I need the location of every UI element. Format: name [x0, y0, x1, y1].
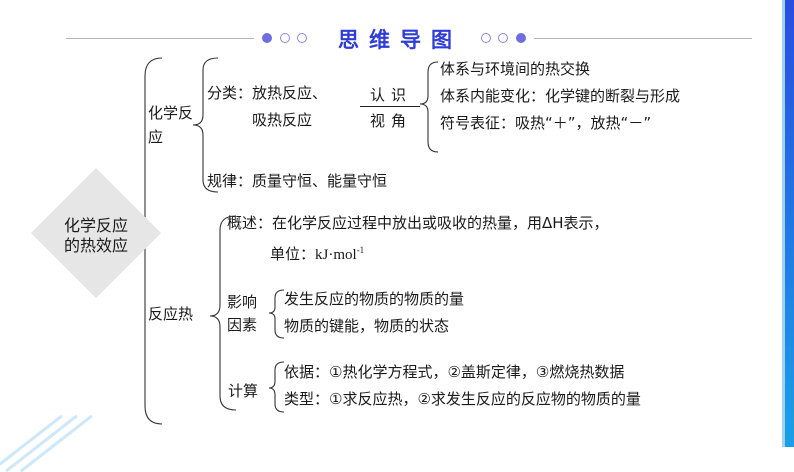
- calc-item: 依据：①热化学方程式，②盖斯定律，③燃烧热数据: [284, 363, 625, 381]
- recognize-bottom: 视角: [370, 112, 413, 130]
- factor-item: 发生反应的物质的物质的量: [284, 290, 465, 308]
- root-label-line2: 的热效应: [63, 236, 128, 255]
- overview-unit-value: kJ·mol: [315, 247, 357, 263]
- heat-bracket: [209, 215, 237, 411]
- root-label: 化学反应 的热效应: [31, 216, 161, 256]
- root-label-line1: 化学反应: [63, 216, 128, 235]
- recognize-top: 认识: [370, 86, 413, 104]
- law-text: 规律：质量守恒、能量守恒: [207, 172, 388, 190]
- overview-unit-exponent: -1: [356, 245, 365, 255]
- heat-branch-label: 反应热: [148, 305, 194, 323]
- view-item: 符号表征：吸热“＋”，放热“－”: [440, 114, 652, 132]
- overview-text: 概述：在化学反应过程中放出或吸收的热量，用ΔH表示，: [227, 214, 609, 232]
- chem-branch-label-line1: 化学反: [148, 104, 194, 122]
- classify-label: 分类：: [207, 84, 253, 102]
- view-item: 体系内能变化：化学键的断裂与形成: [440, 87, 681, 105]
- calc-bracket: [268, 361, 285, 413]
- classify-item-endothermic: 吸热反应: [252, 111, 313, 129]
- overview-unit-label: 单位：: [270, 245, 316, 263]
- view-item: 体系与环境间的热交换: [440, 60, 591, 78]
- factors-bracket: [268, 289, 285, 339]
- recognize-divider: [360, 106, 420, 107]
- calc-item: 类型：①求反应热，②求发生反应的反应物的物质的量: [284, 390, 641, 408]
- calc-label: 计算: [228, 382, 259, 400]
- factor-item: 物质的键能，物质的状态: [284, 317, 450, 335]
- factors-label-line2: 因素: [227, 316, 258, 334]
- views-bracket: [419, 61, 439, 153]
- classify-item-exothermic: 放热反应、: [252, 84, 328, 102]
- root-node: 化学反应 的热效应: [30, 167, 162, 299]
- factors-label-line1: 影响: [227, 293, 258, 311]
- chem-branch-label-line2: 应: [148, 128, 164, 146]
- overview-unit: 单位：kJ·mol-1: [270, 241, 364, 264]
